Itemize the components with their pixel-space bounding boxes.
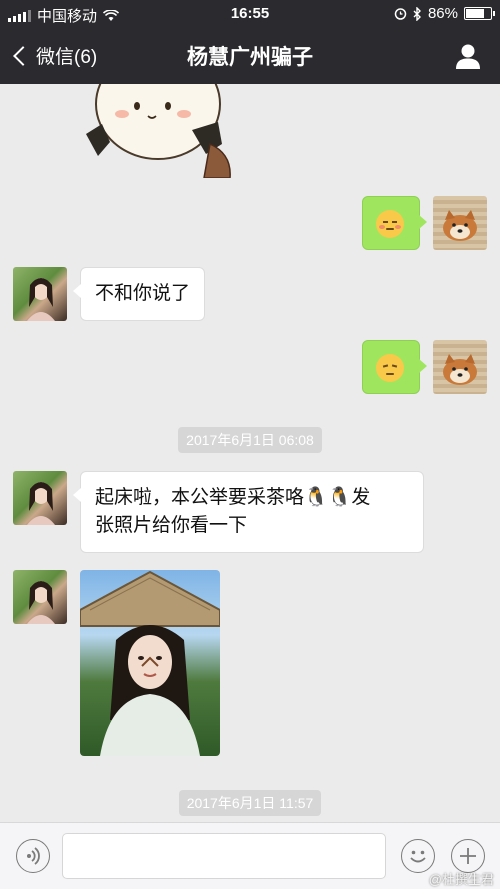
battery-percent: 86% bbox=[427, 5, 458, 22]
watermark: @杜撰生君 bbox=[428, 872, 494, 887]
my-avatar[interactable] bbox=[433, 340, 487, 394]
contact-avatar[interactable] bbox=[13, 471, 67, 525]
message-text: 不和你说了 bbox=[95, 283, 191, 304]
more-button[interactable] bbox=[451, 839, 485, 873]
message-text-line: 张照片给你看一下 bbox=[95, 515, 248, 536]
wechat-chat-screen: 中国移动 16:55 86% 微信(6) 杨慧广州骗子 不和你说了 2017年6… bbox=[0, 0, 500, 889]
timestamp-text: 2017年6月1日 06:08 bbox=[178, 427, 322, 453]
chat-title: 杨慧广州骗子 bbox=[187, 46, 313, 69]
flushed-face-emoji bbox=[376, 210, 404, 238]
plus-icon bbox=[460, 848, 476, 864]
contact-message-bubble[interactable]: 不和你说了 bbox=[72, 267, 206, 321]
nav-bar: 微信(6) 杨慧广州骗子 bbox=[0, 28, 500, 84]
alarm-icon bbox=[394, 8, 407, 20]
smiley-icon bbox=[410, 850, 426, 863]
message-text-line: 起床啦，本公举要采茶咯🐧🐧发 bbox=[95, 487, 371, 508]
contact-avatar[interactable] bbox=[13, 267, 67, 321]
timestamp: 2017年6月1日 11:57 bbox=[0, 790, 500, 816]
emoji-button[interactable] bbox=[401, 839, 435, 873]
bluetooth-icon bbox=[413, 6, 421, 21]
contact-message-bubble[interactable]: 起床啦，本公举要采茶咯🐧🐧发 张照片给你看一下 bbox=[73, 471, 424, 553]
battery-icon bbox=[464, 7, 495, 20]
pensive-face-emoji bbox=[376, 354, 404, 382]
my-avatar[interactable] bbox=[433, 196, 487, 250]
voice-icon bbox=[27, 847, 40, 865]
status-bar: 中国移动 16:55 86% bbox=[0, 0, 500, 28]
photo-message[interactable] bbox=[80, 570, 220, 756]
voice-button[interactable] bbox=[16, 839, 50, 873]
timestamp-text: 2017年6月1日 11:57 bbox=[178, 790, 322, 816]
input-bar: @杜撰生君 bbox=[0, 822, 500, 889]
my-message-bubble[interactable] bbox=[362, 196, 427, 250]
bear-sticker[interactable] bbox=[80, 84, 240, 178]
my-message-bubble[interactable] bbox=[362, 340, 427, 394]
contact-avatar[interactable] bbox=[13, 570, 67, 624]
message-input[interactable] bbox=[62, 833, 386, 879]
chat-history[interactable]: 不和你说了 2017年6月1日 06:08 起床啦，本公举要采茶咯🐧🐧发 张照片… bbox=[0, 84, 500, 822]
profile-icon[interactable] bbox=[454, 42, 482, 70]
timestamp: 2017年6月1日 06:08 bbox=[0, 427, 500, 453]
